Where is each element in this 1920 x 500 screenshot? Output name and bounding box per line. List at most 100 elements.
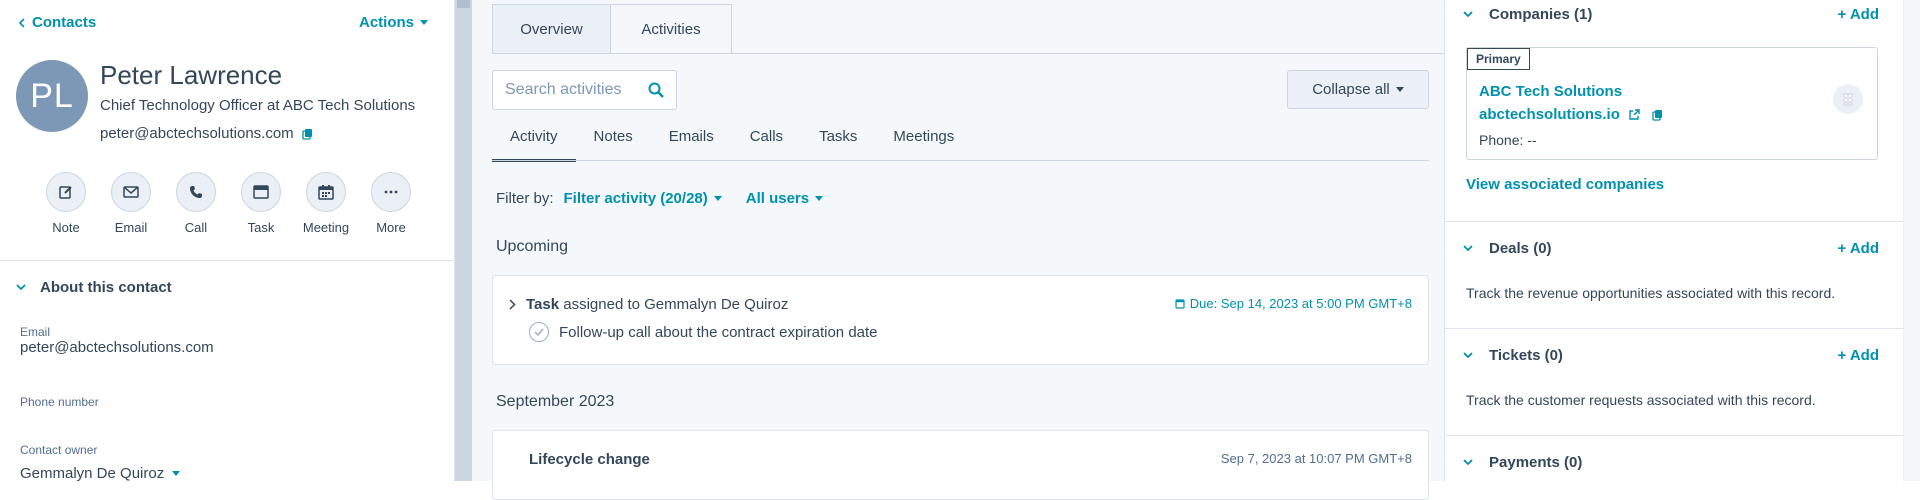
subtab-activity[interactable]: Activity [492, 128, 576, 162]
copy-icon[interactable] [302, 128, 313, 140]
email-property-label: Email [20, 325, 51, 339]
phone-property-label: Phone number [20, 395, 99, 409]
quick-action-call[interactable]: Call [176, 172, 216, 235]
all-users-dropdown[interactable]: All users [746, 190, 824, 207]
tab-overview[interactable]: Overview [492, 4, 611, 54]
envelope-icon[interactable] [111, 172, 151, 212]
chevron-down-icon [1463, 245, 1473, 252]
primary-badge: Primary [1467, 48, 1530, 70]
calendar-icon[interactable] [306, 172, 346, 212]
company-domain: abctechsolutions.io [1479, 106, 1620, 123]
lifecycle-title: Lifecycle change [529, 451, 650, 468]
filter-activity-label: Filter activity (20/28) [563, 190, 708, 207]
subtab-calls[interactable]: Calls [732, 128, 801, 162]
actions-dropdown[interactable]: Actions [359, 14, 429, 31]
contact-name: Peter Lawrence [100, 60, 283, 90]
edit-icon[interactable] [46, 172, 86, 212]
search-placeholder: Search activities [505, 81, 622, 98]
add-deal-button[interactable]: + Add [1837, 240, 1879, 257]
more-icon[interactable] [371, 172, 411, 212]
quick-action-label: Call [184, 220, 208, 235]
owner-property-label: Contact owner [20, 443, 98, 457]
collapse-all-button[interactable]: Collapse all [1287, 70, 1429, 109]
deals-section-toggle[interactable]: Deals (0) [1463, 240, 1552, 257]
divider [1445, 328, 1904, 329]
phone-icon[interactable] [176, 172, 216, 212]
associations-sidebar: Companies (1) + Add Primary ABC Tech Sol… [1444, 0, 1904, 481]
caret-down-icon [420, 20, 429, 25]
scrollbar-thumb[interactable] [457, 0, 470, 8]
add-ticket-button[interactable]: + Add [1837, 347, 1879, 364]
phone-property-field[interactable] [20, 412, 320, 434]
company-domain-link[interactable]: abctechsolutions.io [1479, 106, 1663, 123]
chevron-down-icon [1463, 11, 1473, 18]
quick-action-email[interactable]: Email [111, 172, 151, 235]
about-section-toggle[interactable]: About this contact [16, 279, 172, 296]
search-activities-input[interactable]: Search activities [492, 70, 677, 110]
quick-action-label: Task [247, 220, 275, 235]
actions-label: Actions [359, 14, 415, 31]
owner-property-value[interactable]: Gemmalyn De Quiroz [20, 465, 181, 482]
subtab-emails[interactable]: Emails [651, 128, 732, 162]
about-section-title: About this contact [40, 279, 172, 296]
quick-action-meeting[interactable]: Meeting [303, 172, 349, 235]
contact-email: peter@abctechsolutions.com [100, 125, 294, 142]
tab-activities[interactable]: Activities [610, 4, 732, 54]
task-title-row: Follow-up call about the contract expira… [529, 322, 878, 342]
task-icon[interactable] [241, 172, 281, 212]
tickets-description: Track the customer requests associated w… [1466, 392, 1816, 408]
subtab-meetings[interactable]: Meetings [875, 128, 972, 162]
lifecycle-timestamp: Sep 7, 2023 at 10:07 PM GMT+8 [1220, 451, 1412, 466]
lifecycle-card[interactable]: Lifecycle change Sep 7, 2023 at 10:07 PM… [492, 430, 1429, 500]
search-icon[interactable] [648, 82, 664, 98]
subtab-tasks[interactable]: Tasks [801, 128, 875, 162]
quick-action-label: More [376, 220, 406, 235]
chevron-left-icon [18, 17, 26, 28]
copy-icon[interactable] [1652, 109, 1663, 121]
task-due-date[interactable]: Due: Sep 14, 2023 at 5:00 PM GMT+8 [1175, 296, 1412, 311]
lifecycle-title-text: Lifecycle change [529, 451, 650, 468]
back-label: Contacts [32, 14, 97, 31]
company-logo-icon [1833, 84, 1863, 114]
task-card[interactable]: Task assigned to Gemmalyn De Quiroz Due:… [492, 275, 1429, 365]
view-associated-companies-link[interactable]: View associated companies [1466, 176, 1664, 193]
quick-action-label: Note [52, 220, 80, 235]
add-company-button[interactable]: + Add [1837, 6, 1879, 23]
calendar-icon [1175, 298, 1185, 309]
contact-sidebar: Contacts Actions PL Peter Lawrence Chief… [0, 0, 455, 482]
chevron-down-icon [1463, 352, 1473, 359]
divider [0, 260, 455, 261]
quick-action-task[interactable]: Task [241, 172, 281, 235]
companies-section-toggle[interactable]: Companies (1) [1463, 6, 1592, 23]
payments-section-toggle[interactable]: Payments (0) [1463, 454, 1582, 471]
caret-down-icon [713, 196, 722, 201]
activity-subtabs: Activity Notes Emails Calls Tasks Meetin… [492, 128, 972, 162]
filter-activity-dropdown[interactable]: Filter activity (20/28) [564, 190, 722, 207]
complete-task-checkbox[interactable] [529, 322, 549, 342]
company-name-link[interactable]: ABC Tech Solutions [1479, 83, 1622, 100]
quick-action-note[interactable]: Note [46, 172, 86, 235]
divider [1445, 221, 1904, 222]
external-link-icon[interactable] [1628, 108, 1640, 121]
sidebar-scrollbar[interactable] [455, 0, 472, 481]
contact-email-line: peter@abctechsolutions.com [100, 125, 313, 142]
email-property-value[interactable]: peter@abctechsolutions.com [20, 339, 214, 356]
back-to-contacts-link[interactable]: Contacts [18, 14, 96, 31]
month-heading: September 2023 [496, 393, 615, 410]
divider [1445, 435, 1904, 436]
quick-action-more[interactable]: More [371, 172, 411, 235]
tickets-section-toggle[interactable]: Tickets (0) [1463, 347, 1563, 364]
chevron-right-icon[interactable] [509, 299, 516, 310]
deals-section-title: Deals (0) [1489, 240, 1552, 257]
tickets-section-title: Tickets (0) [1489, 347, 1563, 364]
subtab-notes[interactable]: Notes [576, 128, 651, 162]
filter-bar: Filter by: Filter activity (20/28) All u… [496, 190, 824, 207]
task-assignee: assigned to Gemmalyn De Quiroz [563, 296, 789, 313]
task-title[interactable]: Follow-up call about the contract expira… [559, 324, 878, 341]
activity-panel: Overview Activities Search activities Co… [472, 0, 1920, 500]
task-type: Task [526, 296, 560, 313]
company-card[interactable]: Primary ABC Tech Solutions abctechsoluti… [1466, 47, 1878, 160]
filter-by-label: Filter by: [496, 190, 554, 207]
avatar[interactable]: PL [16, 60, 88, 132]
page-scrollbar[interactable] [1903, 0, 1920, 481]
